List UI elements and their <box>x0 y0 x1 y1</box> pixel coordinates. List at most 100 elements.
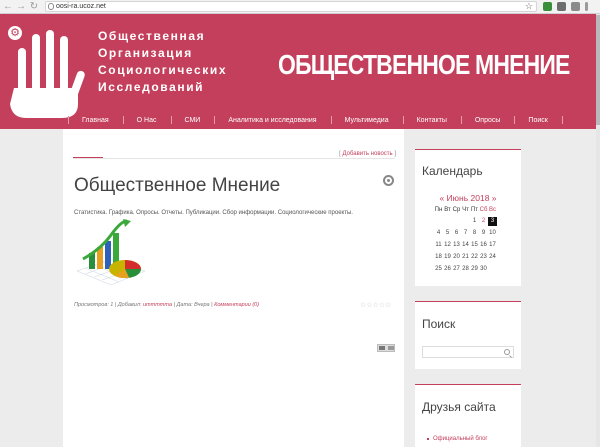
accent-line <box>415 149 521 150</box>
calendar-day: 18 <box>435 254 442 260</box>
calendar-day-link[interactable]: 2 <box>479 217 488 226</box>
weekday: Сб <box>479 207 488 213</box>
friends-title: Друзья сайта <box>422 400 496 414</box>
calendar-day: 8 <box>472 230 477 236</box>
page-body: [ Добавить новость ] Общественное Мнение… <box>0 129 596 447</box>
settings-gear-icon[interactable]: ⚙ <box>8 26 22 40</box>
site-title: ОБЩЕСТВЕННОЕ МНЕНИЕ <box>278 49 570 80</box>
calendar-day: 24 <box>489 254 496 260</box>
main-content: [ Добавить новость ] Общественное Мнение… <box>63 129 404 447</box>
menu-separator <box>214 116 216 124</box>
menu-item-search[interactable]: Поиск <box>514 116 575 124</box>
calendar-day: 22 <box>471 254 478 260</box>
org-line: Общественная <box>98 29 206 43</box>
info-icon[interactable] <box>48 3 54 10</box>
back-icon[interactable]: ← <box>3 1 13 13</box>
article-gear-icon[interactable] <box>383 175 394 186</box>
article-title[interactable]: Общественное Мнение <box>74 175 280 197</box>
add-news-link[interactable]: [ Добавить новость ] <box>339 151 396 157</box>
calendar-day: 17 <box>489 242 496 248</box>
calendar-day: 4 <box>436 230 441 236</box>
menu-separator <box>514 116 516 124</box>
calendar-week: 25 26 27 28 29 30 <box>434 265 497 274</box>
accent-line <box>415 301 521 302</box>
calendar-day: 20 <box>453 254 460 260</box>
calendar-day: 29 <box>471 266 478 272</box>
address-bar[interactable]: oosi-ra.ucoz.net ☆ <box>45 1 537 12</box>
calendar-title: Календарь <box>422 164 483 178</box>
menu-item-contacts[interactable]: Контакты <box>402 116 461 124</box>
calendar-week: 4 5 6 7 8 9 10 <box>434 229 497 238</box>
statistics-chart-image[interactable] <box>75 219 147 291</box>
calendar-day: 6 <box>454 230 459 236</box>
share-button[interactable] <box>377 344 395 352</box>
weekday: Пт <box>470 207 479 213</box>
org-line: Организация <box>98 46 193 60</box>
bookmark-star-icon[interactable]: ☆ <box>525 1 533 12</box>
calendar-day <box>488 265 497 274</box>
menu-separator <box>561 116 563 124</box>
calendar-month-nav[interactable]: « Июнь 2018 » <box>415 193 521 203</box>
menu-separator <box>402 116 404 124</box>
extension-icon[interactable] <box>543 2 552 11</box>
date-value: Вчера <box>194 302 210 308</box>
weekday: Чт <box>462 207 469 213</box>
calendar-widget: Календарь « Июнь 2018 » Пн Вт Ср Чт Пт С… <box>415 149 521 286</box>
calendar-day: 13 <box>453 242 460 248</box>
search-icon[interactable] <box>504 349 510 355</box>
browser-menu-icon[interactable] <box>585 2 588 11</box>
site-header: ⚙ Общественная Организация Социологическ… <box>0 14 596 129</box>
calendar-day: 25 <box>435 266 442 272</box>
friends-link[interactable]: Официальный блог <box>427 436 488 442</box>
calendar-day: 9 <box>481 230 486 236</box>
share-icon <box>388 346 394 350</box>
menu-label: Поиск <box>528 116 548 124</box>
comments-link[interactable]: Комментарии (0) <box>214 302 259 308</box>
menu-item-about[interactable]: О Нас <box>122 116 171 124</box>
calendar-day: 11 <box>435 242 442 248</box>
author-link[interactable]: ummmmma <box>143 302 172 308</box>
calendar-day: 16 <box>480 242 487 248</box>
date-label: Дата: <box>176 302 193 308</box>
menu-item-media[interactable]: СМИ <box>170 116 215 124</box>
forward-icon[interactable]: → <box>16 1 26 13</box>
calendar-day: 5 <box>445 230 450 236</box>
search-widget: Поиск <box>415 301 521 369</box>
scrollbar[interactable] <box>596 14 600 447</box>
views-label: Просмотров: <box>74 302 109 308</box>
accent-line <box>415 384 521 385</box>
scrollbar-thumb[interactable] <box>596 15 600 125</box>
calendar-day: 23 <box>480 254 487 260</box>
calendar-day: 26 <box>444 266 451 272</box>
menu-item-analytics[interactable]: Аналитика и исследования <box>214 116 330 124</box>
menu-label: СМИ <box>184 116 201 124</box>
calendar-day <box>434 217 443 226</box>
search-title: Поиск <box>422 317 456 331</box>
menu-item-home[interactable]: Главная <box>68 116 123 124</box>
menu-label: Контакты <box>416 116 447 124</box>
org-line: Социологических <box>98 63 228 77</box>
calendar-day: 19 <box>444 254 451 260</box>
menu-item-polls[interactable]: Опросы <box>460 116 515 124</box>
extension-icon[interactable] <box>557 2 566 11</box>
hand-logo-icon <box>10 30 85 118</box>
accent-line <box>73 157 103 158</box>
friends-widget: Друзья сайта Официальный блог <box>415 384 521 447</box>
calendar-week: 11 12 13 14 15 16 17 <box>434 241 497 250</box>
browser-toolbar: ← → ↻ oosi-ra.ucoz.net ☆ <box>0 0 600 14</box>
rating-stars[interactable]: ☆☆☆☆☆ <box>360 301 391 309</box>
address-url: oosi-ra.ucoz.net <box>56 3 106 10</box>
extension-icon[interactable] <box>571 2 580 11</box>
menu-separator <box>170 116 172 124</box>
reload-icon[interactable]: ↻ <box>29 1 39 13</box>
search-input[interactable] <box>422 346 514 358</box>
calendar-day: 27 <box>453 266 460 272</box>
calendar-day-today[interactable]: 3 <box>488 217 497 226</box>
weekday: Вт <box>444 207 451 213</box>
weekday: Пн <box>434 207 443 213</box>
menu-label: Мультимедиа <box>344 116 389 124</box>
calendar-day: 10 <box>489 230 496 236</box>
org-line: Исследований <box>98 80 205 94</box>
menu-item-multimedia[interactable]: Мультимедиа <box>330 116 403 124</box>
menu-label: Опросы <box>474 116 501 124</box>
